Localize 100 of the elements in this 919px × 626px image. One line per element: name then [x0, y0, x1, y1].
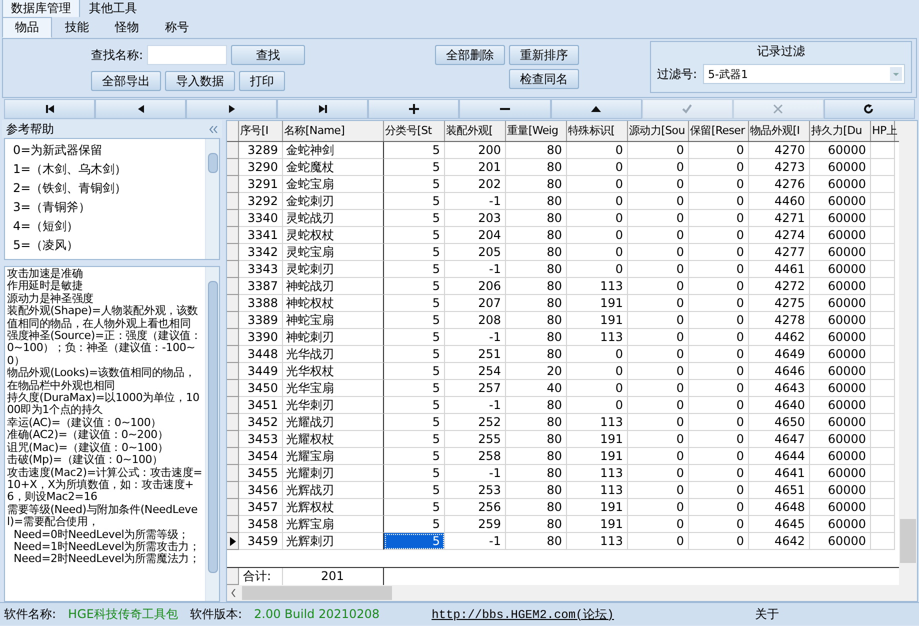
toolbar-button[interactable]: 全部导出 — [91, 71, 161, 91]
row-header-cell[interactable] — [227, 397, 239, 414]
row-header-cell[interactable] — [227, 568, 239, 585]
table-cell: -1 — [445, 261, 506, 278]
row-header-cell[interactable] — [227, 431, 239, 448]
table-cell: 80 — [506, 295, 567, 312]
filter-dropdown[interactable]: 5-武器1 — [703, 64, 905, 84]
horizontal-scrollbar[interactable] — [227, 585, 917, 601]
table-cell: 4651 — [749, 482, 810, 499]
nav-button[interactable] — [824, 99, 915, 119]
nav-button[interactable] — [277, 99, 368, 119]
table-cell: 3289 — [239, 142, 283, 159]
table-cell: 0 — [628, 210, 689, 227]
table-cell: 3341 — [239, 227, 283, 244]
toolbar-button[interactable]: 全部删除 — [435, 45, 506, 65]
table-cell: 80 — [506, 142, 567, 159]
table-cell: 113 — [567, 465, 628, 482]
table-cell: 0 — [567, 380, 628, 397]
column-header[interactable]: 分类号[St — [384, 121, 445, 141]
table-cell: 60000 — [810, 482, 871, 499]
row-header-cell[interactable] — [227, 363, 239, 380]
row-header-cell[interactable] — [227, 346, 239, 363]
row-header-cell[interactable] — [227, 159, 239, 176]
column-header[interactable]: 名称[Name] — [283, 121, 384, 141]
table-cell: 113 — [567, 482, 628, 499]
table-cell: 0 — [567, 210, 628, 227]
help-list-item[interactable]: 4=（短剑） — [13, 217, 205, 236]
row-header-cell[interactable] — [227, 516, 239, 533]
scrollbar[interactable] — [205, 139, 219, 259]
table-cell: 4276 — [749, 176, 810, 193]
table-cell: 3292 — [239, 193, 283, 210]
table-cell: 191 — [567, 431, 628, 448]
column-header[interactable]: 源动力[Sou — [628, 121, 689, 141]
row-header-cell[interactable] — [227, 295, 239, 312]
scroll-left-icon[interactable] — [231, 589, 236, 597]
help-list-item[interactable]: 0=为新武器保留 — [13, 141, 205, 160]
collapse-icon[interactable] — [209, 126, 218, 132]
scrollbar[interactable] — [205, 267, 219, 601]
column-header[interactable]: 序号[I — [239, 121, 283, 141]
toolbar-button[interactable]: 检查同名 — [509, 69, 580, 89]
row-header-cell[interactable] — [227, 193, 239, 210]
table-cell: 0 — [628, 431, 689, 448]
right-triangle-icon — [226, 104, 237, 114]
table-cell: 3291 — [239, 176, 283, 193]
column-header[interactable]: 装配外观[ — [445, 121, 506, 141]
column-header[interactable]: HP上 — [871, 121, 895, 141]
toolbar-button[interactable]: 打印 — [239, 71, 285, 91]
table-cell: 5 — [384, 278, 445, 295]
toolbar-button[interactable]: 重新排序 — [509, 45, 580, 65]
forum-link[interactable]: http://bbs.HGEM2.com(论坛) — [432, 606, 614, 622]
table-cell — [871, 227, 895, 244]
row-header-cell[interactable] — [227, 227, 239, 244]
toolbar-button[interactable]: 导入数据 — [165, 71, 235, 91]
row-header-cell[interactable] — [227, 244, 239, 261]
table-cell: 0 — [628, 176, 689, 193]
row-header-cell[interactable] — [227, 142, 239, 159]
row-header-cell[interactable] — [227, 329, 239, 346]
column-header[interactable]: 特殊标识[ — [567, 121, 628, 141]
table-cell: 60000 — [810, 193, 871, 210]
about-link[interactable]: 关于 — [755, 606, 779, 622]
table-cell: 3458 — [239, 516, 283, 533]
table-cell: 0 — [567, 193, 628, 210]
table-cell: 0 — [628, 465, 689, 482]
table-cell: 3388 — [239, 295, 283, 312]
help-text-line: 作用延时是敏捷 — [7, 280, 84, 292]
table-cell: 191 — [567, 448, 628, 465]
find-button[interactable]: 查找 — [231, 45, 306, 65]
table-cell — [871, 499, 895, 516]
tab[interactable]: 物品 — [2, 17, 52, 38]
row-header-cell[interactable] — [227, 533, 239, 550]
help-list-item[interactable]: 5=（凌风） — [13, 236, 205, 255]
table-cell — [871, 142, 895, 159]
column-header[interactable]: 物品外观[I — [749, 121, 810, 141]
row-header-cell[interactable] — [227, 482, 239, 499]
table-cell — [871, 363, 895, 380]
nav-button[interactable] — [4, 99, 96, 119]
row-header-cell[interactable] — [227, 278, 239, 295]
column-header[interactable]: 保留[Reser — [689, 121, 749, 141]
row-header-cell[interactable] — [227, 465, 239, 482]
column-header[interactable]: 重量[Weig — [506, 121, 567, 141]
row-header-cell[interactable] — [227, 176, 239, 193]
search-field[interactable] — [147, 45, 228, 65]
row-header-cell[interactable] — [227, 499, 239, 516]
row-header-cell[interactable] — [227, 312, 239, 329]
row-header-cell[interactable] — [227, 380, 239, 397]
row-header-cell[interactable] — [227, 210, 239, 227]
table-cell: 0 — [628, 142, 689, 159]
row-header-cell[interactable] — [227, 261, 239, 278]
help-list-item[interactable]: 2=（铁剑、青铜剑） — [13, 179, 205, 198]
table-cell: 80 — [506, 329, 567, 346]
column-header[interactable]: 持久力[Du — [810, 121, 871, 141]
table-cell: 60000 — [810, 261, 871, 278]
table-cell: 0 — [567, 176, 628, 193]
help-list-item[interactable]: 1=（木剑、乌木剑） — [13, 160, 205, 179]
row-header-cell[interactable] — [227, 414, 239, 431]
help-list-item[interactable]: 3=（青铜斧） — [13, 198, 205, 217]
row-header-cell[interactable] — [227, 448, 239, 465]
tab[interactable]: 数据库管理 — [2, 0, 80, 18]
table-cell: 0 — [628, 482, 689, 499]
table-cell: 光辉权杖 — [283, 499, 384, 516]
